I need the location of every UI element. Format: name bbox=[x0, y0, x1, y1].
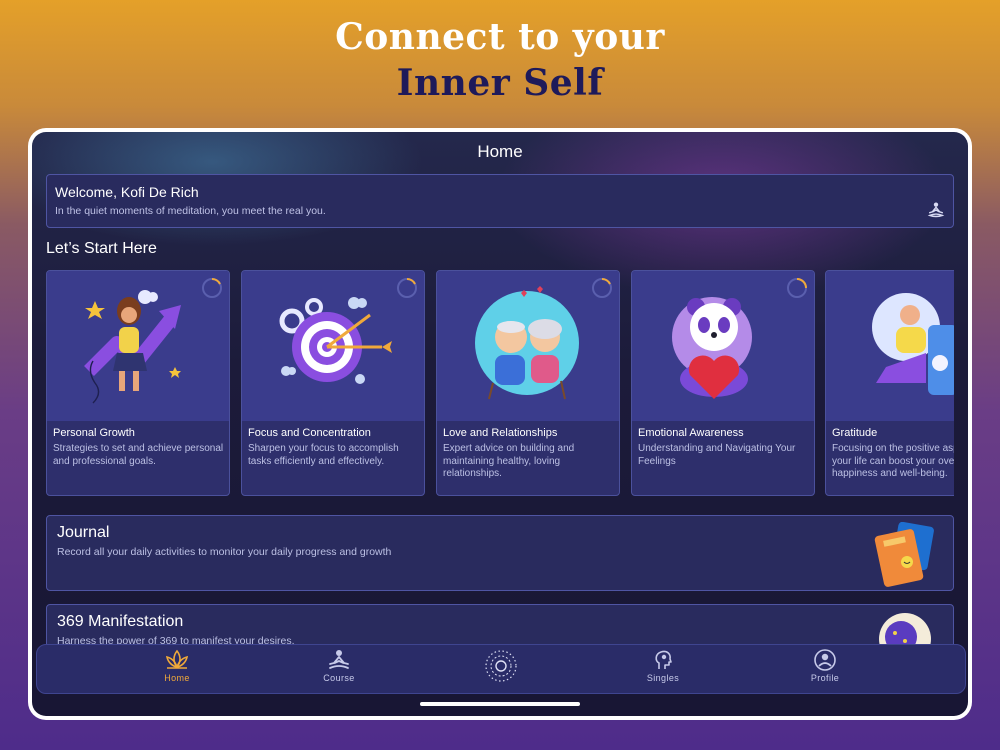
card-title: Emotional Awareness bbox=[638, 427, 744, 439]
home-indicator[interactable] bbox=[420, 702, 580, 706]
journal-card[interactable]: Journal Record all your daily activities… bbox=[46, 515, 954, 591]
tab-home-label: Home bbox=[164, 673, 190, 683]
progress-ring-icon bbox=[592, 278, 612, 298]
card-description: Understanding and Navigating Your Feelin… bbox=[638, 443, 796, 467]
course-carousel[interactable]: Personal Growth Strategies to set and ac… bbox=[46, 270, 954, 498]
card-title: Personal Growth bbox=[53, 427, 135, 439]
course-card-personal-growth[interactable]: Personal Growth Strategies to set and ac… bbox=[46, 270, 230, 496]
welcome-greeting: Welcome, Kofi De Rich bbox=[55, 184, 199, 200]
tab-course[interactable]: Course bbox=[299, 649, 379, 691]
progress-ring-icon bbox=[787, 278, 807, 298]
headline-line-1: Connect to your bbox=[335, 16, 665, 58]
card-description: Strategies to set and achieve personal a… bbox=[53, 443, 224, 467]
headline-line-2: Inner Self bbox=[396, 62, 604, 104]
tab-profile-label: Profile bbox=[810, 673, 840, 683]
progress-ring-icon bbox=[397, 278, 417, 298]
mandala-icon bbox=[485, 650, 517, 682]
headline: Connect to your Inner Self bbox=[0, 14, 1000, 106]
card-title: Love and Relationships bbox=[443, 427, 558, 439]
meditation-icon bbox=[329, 650, 349, 669]
manifestation-title: 369 Manifestation bbox=[57, 613, 184, 630]
tab-course-label: Course bbox=[323, 673, 355, 683]
course-card-gratitude[interactable]: Gratitude Focusing on the positive aspec… bbox=[825, 270, 954, 496]
course-card-focus-and-concentration[interactable]: Focus and Concentration Sharpen your foc… bbox=[241, 270, 425, 496]
tab-center[interactable] bbox=[461, 649, 541, 691]
app-screen: Home Welcome, Kofi De Rich In the quiet … bbox=[32, 132, 968, 716]
course-card-emotional-awareness[interactable]: Emotional Awareness Understanding and Na… bbox=[631, 270, 815, 496]
tab-home[interactable]: Home bbox=[137, 649, 217, 691]
profile-icon bbox=[814, 649, 836, 671]
tab-profile[interactable]: Profile bbox=[785, 649, 865, 691]
section-title: Let’s Start Here bbox=[46, 240, 157, 257]
progress-ring-icon bbox=[202, 278, 222, 298]
course-card-love-and-relationships[interactable]: Love and Relationships Expert advice on … bbox=[436, 270, 620, 496]
welcome-banner: Welcome, Kofi De Rich In the quiet momen… bbox=[46, 174, 954, 228]
card-description: Expert advice on building and maintainin… bbox=[443, 443, 575, 479]
card-title: Gratitude bbox=[832, 427, 878, 439]
page-title: Home bbox=[477, 142, 523, 161]
card-description: Sharpen your focus to accomplish tasks e… bbox=[248, 443, 399, 467]
meditation-icon[interactable] bbox=[927, 201, 945, 219]
journal-description: Record all your daily activities to moni… bbox=[57, 546, 392, 558]
tablet-frame: Home Welcome, Kofi De Rich In the quiet … bbox=[28, 128, 972, 720]
card-title: Focus and Concentration bbox=[248, 427, 371, 439]
mind-icon bbox=[655, 650, 672, 669]
tab-singles[interactable]: Singles bbox=[623, 649, 703, 691]
tab-singles-label: Singles bbox=[646, 673, 680, 683]
bottom-tab-bar: Home Course Singles Profile bbox=[36, 644, 966, 694]
journal-book-icon bbox=[874, 522, 934, 587]
gratitude-illustration bbox=[826, 271, 954, 421]
journal-title: Journal bbox=[57, 524, 110, 541]
lotus-icon bbox=[165, 649, 189, 669]
welcome-subtitle: In the quiet moments of meditation, you … bbox=[55, 205, 326, 217]
card-description: Focusing on the positive aspects of your… bbox=[832, 443, 954, 479]
